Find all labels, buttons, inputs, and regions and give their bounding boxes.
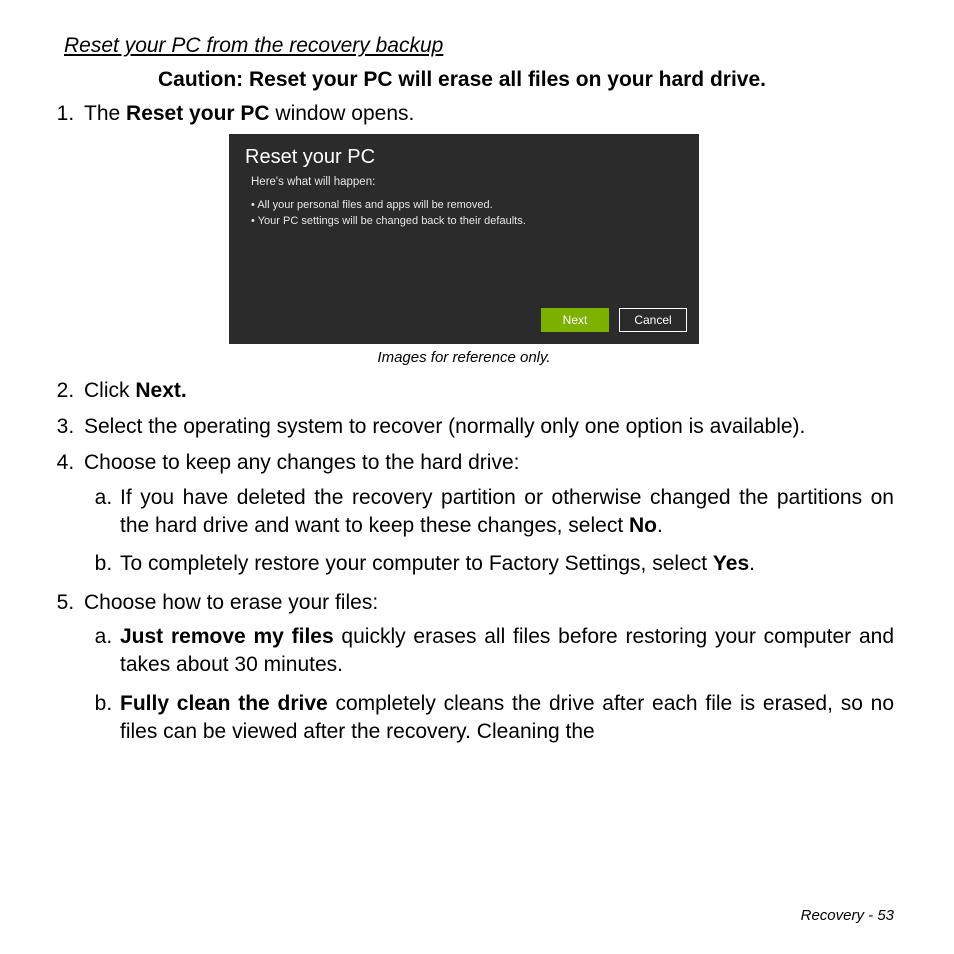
step-5a: Just remove my files quickly erases all …: [118, 623, 894, 680]
step-2: Click Next.: [80, 377, 894, 405]
step-2-bold: Next.: [135, 379, 186, 402]
step-4a-bold: No: [629, 514, 657, 537]
step-1-post: window opens.: [270, 102, 415, 125]
step-4b-pre: To completely restore your computer to F…: [120, 552, 713, 575]
dialog-bullet-1: All your personal files and apps will be…: [251, 198, 677, 213]
steps-list: The Reset your PC window opens. Reset yo…: [30, 100, 894, 746]
step-5a-bold: Just remove my files: [120, 625, 334, 648]
step-4b-post: .: [749, 552, 755, 575]
step-1-bold: Reset your PC: [126, 102, 270, 125]
step-5b: Fully clean the drive completely cleans …: [118, 690, 894, 747]
step-4b: To completely restore your computer to F…: [118, 550, 894, 578]
step-1: The Reset your PC window opens. Reset yo…: [80, 100, 894, 369]
dialog-buttons: Next Cancel: [541, 308, 687, 332]
step-4a-pre: If you have deleted the recovery partiti…: [120, 486, 894, 537]
cancel-button[interactable]: Cancel: [619, 308, 687, 332]
step-5: Choose how to erase your files: Just rem…: [80, 589, 894, 747]
step-4-sublist: If you have deleted the recovery partiti…: [84, 484, 894, 579]
next-button[interactable]: Next: [541, 308, 609, 332]
dialog-title: Reset your PC: [229, 134, 699, 175]
step-5b-bold: Fully clean the drive: [120, 692, 328, 715]
step-2-pre: Click: [84, 379, 135, 402]
step-4a: If you have deleted the recovery partiti…: [118, 484, 894, 541]
step-4: Choose to keep any changes to the hard d…: [80, 449, 894, 578]
figure-wrap: Reset your PC Here's what will happen: A…: [34, 134, 894, 368]
page-footer: Recovery - 53: [801, 907, 894, 924]
dialog-subtitle: Here's what will happen:: [229, 175, 699, 197]
step-1-pre: The: [84, 102, 126, 125]
footer-section: Recovery -: [801, 907, 878, 924]
step-4a-post: .: [657, 514, 663, 537]
dialog-bullet-2: Your PC settings will be changed back to…: [251, 214, 677, 229]
step-5-text: Choose how to erase your files:: [84, 591, 378, 614]
caution-text: Caution: Reset your PC will erase all fi…: [30, 68, 894, 92]
dialog-bullets: All your personal files and apps will be…: [229, 198, 699, 229]
reset-pc-dialog: Reset your PC Here's what will happen: A…: [229, 134, 699, 344]
step-5-sublist: Just remove my files quickly erases all …: [84, 623, 894, 746]
step-4-text: Choose to keep any changes to the hard d…: [84, 451, 519, 474]
figure-caption: Images for reference only.: [34, 348, 894, 368]
step-4b-bold: Yes: [713, 552, 749, 575]
step-3: Select the operating system to recover (…: [80, 413, 894, 441]
section-title: Reset your PC from the recovery backup: [64, 34, 894, 58]
footer-page: 53: [877, 907, 894, 924]
